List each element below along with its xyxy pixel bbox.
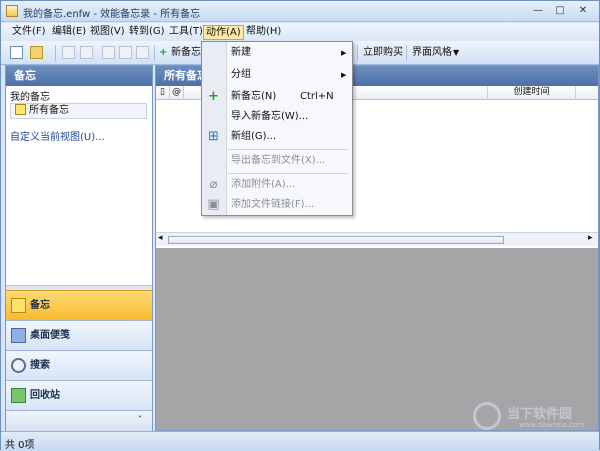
print-icon[interactable] — [62, 46, 75, 59]
buy-now-button[interactable]: 立即购买 — [363, 46, 403, 59]
watermark-url: www.downxia.com — [519, 421, 585, 429]
scroll-left-icon[interactable]: ◂ — [158, 233, 163, 243]
recycle-icon — [11, 388, 26, 403]
submenu-arrow-icon: ▶ — [341, 49, 347, 57]
menu-item-new[interactable]: 新建 ▶ — [202, 44, 352, 62]
menu-item-export-memo[interactable]: 导出备忘到文件(X)... — [202, 152, 352, 170]
toolbar-separator — [55, 45, 56, 61]
nav-desktop-notes[interactable]: 桌面便笺 — [6, 320, 152, 350]
toolbar-separator — [154, 45, 155, 61]
paperclip-icon: ⌀ — [209, 177, 218, 192]
column-type-icon[interactable]: ▯ — [156, 86, 170, 100]
nav-footer[interactable]: ˅ — [6, 410, 152, 431]
menu-item-add-file-link[interactable]: ▣ 添加文件链接(F)... — [202, 196, 352, 214]
tree-item-label: 所有备忘 — [29, 105, 69, 116]
watermark-logo — [473, 402, 501, 430]
menu-item-label: 添加文件链接(F)... — [231, 199, 315, 210]
custom-view-link[interactable]: 自定义当前视图(U)... — [10, 128, 105, 143]
maximize-icon[interactable]: □ — [553, 4, 567, 18]
new-memo-button[interactable]: 新备忘 — [171, 46, 201, 59]
menu-item-label: 新组(G)... — [231, 131, 277, 142]
toolbar-separator — [406, 45, 407, 61]
toolbar-separator — [357, 45, 358, 61]
new-file-icon[interactable] — [10, 46, 23, 59]
column-attachment-icon[interactable]: @ — [170, 86, 184, 100]
menu-view[interactable]: 视图(V) — [88, 25, 127, 40]
menu-separator — [228, 173, 348, 174]
menu-item-label: 分组 — [231, 69, 251, 80]
menu-action[interactable]: 动作(A) — [203, 25, 244, 40]
nav-label: 回收站 — [30, 390, 60, 401]
memo-folder-icon — [11, 298, 26, 313]
status-bar: 共 0项 — [1, 431, 599, 451]
nav-search[interactable]: 搜索 — [6, 350, 152, 380]
menu-file[interactable]: 文件(F) — [10, 25, 48, 40]
nav-memos[interactable]: 备忘 — [6, 290, 152, 320]
menu-separator — [228, 149, 348, 150]
menu-tools[interactable]: 工具(T) — [167, 25, 205, 40]
menu-item-label: 导出备忘到文件(X)... — [231, 155, 326, 166]
magnifier-icon — [11, 358, 26, 373]
scroll-right-icon[interactable]: ▸ — [588, 233, 593, 243]
watermark: 当下软件园 www.downxia.com — [471, 401, 595, 431]
left-pane: 备忘 我的备忘 所有备忘 自定义当前视图(U)... 备忘 桌面便笺 搜索 回收… — [5, 65, 153, 431]
nav-label: 搜索 — [30, 360, 50, 371]
menu-item-label: 新备忘(N) — [231, 91, 277, 102]
column-created-time[interactable]: 创建时间 — [488, 86, 576, 100]
column-extra[interactable] — [576, 86, 598, 100]
open-folder-icon[interactable] — [30, 46, 43, 59]
nav-recycle-bin[interactable]: 回收站 — [6, 380, 152, 410]
menu-item-label: 添加附件(A)... — [231, 179, 296, 190]
submenu-arrow-icon: ▶ — [341, 71, 347, 79]
scroll-thumb[interactable] — [168, 236, 504, 244]
tree-item-all-memos[interactable]: 所有备忘 — [10, 103, 147, 119]
plus-icon: + — [159, 47, 168, 58]
menu-item-new-memo[interactable]: + 新备忘(N) Ctrl+N — [202, 88, 352, 106]
plus-icon: + — [208, 89, 219, 104]
menu-item-label: 新建 — [231, 47, 251, 58]
copy-icon[interactable] — [119, 46, 132, 59]
title-bar[interactable]: 我的备忘.enfw - 效能备忘录 - 所有备忘 — □ ✕ — [1, 1, 599, 22]
app-window: 我的备忘.enfw - 效能备忘录 - 所有备忘 — □ ✕ 文件(F) 编辑(… — [0, 0, 600, 451]
menu-item-label: 导入新备忘(W)... — [231, 111, 309, 122]
menu-edit[interactable]: 编辑(E) — [50, 25, 88, 40]
minimize-icon[interactable]: — — [531, 4, 545, 18]
chevron-down-icon[interactable]: ˅ — [138, 415, 142, 424]
menu-help[interactable]: 帮助(H) — [244, 25, 283, 40]
action-menu-dropdown: 新建 ▶ 分组 ▶ + 新备忘(N) Ctrl+N 导入新备忘(W)... ⊞ 新组(G)… — [201, 41, 353, 216]
nav-label: 桌面便笺 — [30, 330, 70, 341]
horizontal-scrollbar[interactable]: ◂ ▸ — [156, 232, 598, 246]
sticky-note-icon — [11, 328, 26, 343]
watermark-text: 当下软件园 — [507, 407, 573, 422]
menu-item-new-group[interactable]: ⊞ 新组(G)... — [202, 128, 352, 146]
menu-bar: 文件(F) 编辑(E) 视图(V) 转到(G) 工具(T) 动作(A) 帮助(H… — [1, 23, 599, 41]
tree-root[interactable]: 我的备忘 — [10, 88, 50, 103]
ui-style-button[interactable]: 界面风格 — [412, 46, 452, 59]
menu-goto[interactable]: 转到(G) — [127, 25, 167, 40]
window-title: 我的备忘.enfw - 效能备忘录 - 所有备忘 — [23, 9, 201, 20]
memo-icon — [15, 104, 26, 115]
app-icon — [6, 5, 18, 17]
cut-icon[interactable] — [102, 46, 115, 59]
shortcut-label: Ctrl+N — [300, 91, 334, 102]
preview-icon[interactable] — [80, 46, 93, 59]
menu-item-group[interactable]: 分组 ▶ — [202, 66, 352, 84]
chevron-down-icon[interactable]: ▼ — [453, 46, 459, 59]
menu-item-add-attachment[interactable]: ⌀ 添加附件(A)... — [202, 176, 352, 194]
nav-label: 备忘 — [30, 300, 50, 311]
paste-icon[interactable] — [136, 46, 149, 59]
left-pane-title: 备忘 — [6, 66, 152, 86]
file-link-icon: ▣ — [207, 197, 220, 212]
menu-item-import-memo[interactable]: 导入新备忘(W)... — [202, 108, 352, 126]
close-icon[interactable]: ✕ — [576, 4, 590, 18]
status-text: 共 0项 — [5, 440, 35, 451]
group-icon: ⊞ — [208, 129, 219, 144]
